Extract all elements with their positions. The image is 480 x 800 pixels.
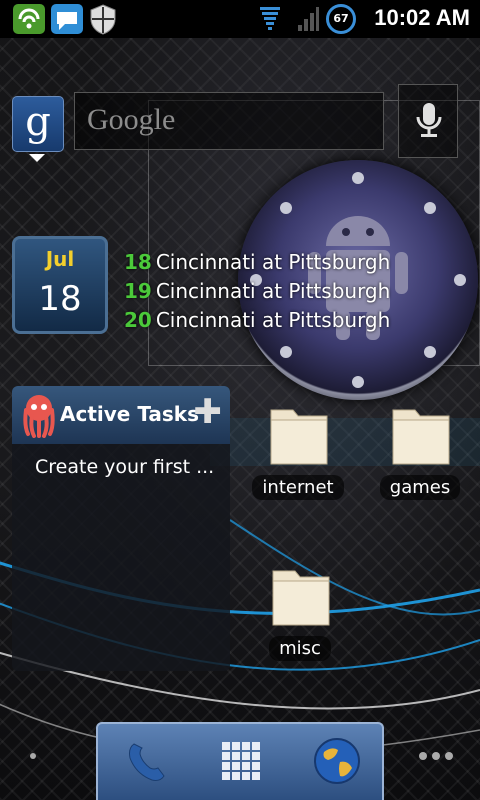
search-source-caret-icon[interactable] xyxy=(29,154,45,162)
security-shield-icon[interactable] xyxy=(88,3,118,35)
signal-icon xyxy=(260,7,280,30)
folder-misc[interactable]: misc xyxy=(245,565,355,665)
folder-icon xyxy=(392,409,450,465)
folder-label: games xyxy=(379,475,461,500)
create-task-prompt[interactable]: Create your first ... xyxy=(35,456,214,478)
add-task-button[interactable]: ✚ xyxy=(194,392,223,432)
tasks-title: Active Tasks xyxy=(60,402,199,426)
shield-icon[interactable] xyxy=(12,3,46,35)
more-pages-icon[interactable] xyxy=(418,750,454,762)
calendar-icon[interactable]: Jul 18 xyxy=(12,236,108,334)
search-input[interactable]: Google xyxy=(74,92,384,150)
status-bar: 67 10:02 AM xyxy=(0,0,480,38)
folder-internet[interactable]: internet xyxy=(243,404,353,504)
dock xyxy=(96,722,384,800)
calendar-month: Jul xyxy=(45,247,75,271)
event-day: 19 xyxy=(124,279,152,303)
google-logo-button[interactable]: g xyxy=(12,96,64,152)
folder-label: internet xyxy=(252,475,344,500)
battery-indicator: 67 xyxy=(326,4,356,34)
calendar-event[interactable]: 19 Cincinnati at Pittsburgh xyxy=(124,277,390,306)
tasks-header: Active Tasks ✚ xyxy=(12,386,230,444)
calendar-events-list: 18 Cincinnati at Pittsburgh 19 Cincinnati … xyxy=(124,248,390,335)
calendar-event[interactable]: 20 Cincinnati at Pittsburgh xyxy=(124,306,390,335)
folder-icon xyxy=(270,409,328,465)
calendar-event[interactable]: 18 Cincinnati at Pittsburgh xyxy=(124,248,390,277)
cell-signal-icon xyxy=(298,7,319,31)
search-placeholder: Google xyxy=(87,103,176,136)
folder-games[interactable]: games xyxy=(365,404,475,504)
active-tasks-widget: Active Tasks ✚ Create your first ... xyxy=(12,386,230,671)
event-day: 18 xyxy=(124,250,152,274)
app-drawer-icon[interactable] xyxy=(216,736,266,786)
page-indicator-left[interactable] xyxy=(30,753,36,759)
event-title: Cincinnati at Pittsburgh xyxy=(155,308,391,332)
browser-globe-icon[interactable] xyxy=(312,736,362,786)
event-title: Cincinnati at Pittsburgh xyxy=(155,250,391,274)
voice-search-button[interactable] xyxy=(398,84,458,158)
chat-sync-icon[interactable] xyxy=(50,3,84,35)
folder-icon xyxy=(272,570,330,626)
status-clock: 10:02 AM xyxy=(374,5,470,30)
octopus-icon[interactable] xyxy=(20,392,58,438)
calendar-day: 18 xyxy=(38,279,82,319)
event-title: Cincinnati at Pittsburgh xyxy=(155,279,391,303)
google-search-widget: g Google xyxy=(12,84,458,162)
folder-label: misc xyxy=(269,636,331,661)
microphone-icon xyxy=(416,103,442,137)
phone-icon[interactable] xyxy=(120,736,170,786)
event-day: 20 xyxy=(124,308,152,332)
